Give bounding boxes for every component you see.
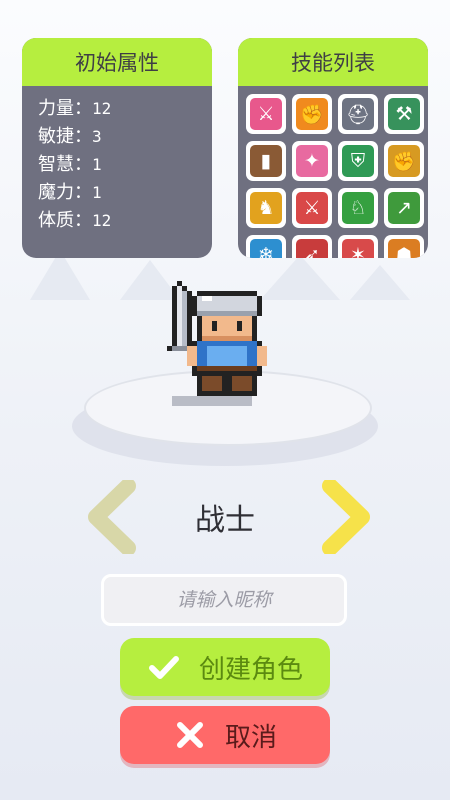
spear-icon: ↗ (388, 192, 420, 224)
stat-row: 体质：12 (38, 207, 212, 235)
stat-value: 1 (92, 183, 102, 202)
stat-label: 智慧： (38, 154, 92, 175)
claw-icon: ✶ (342, 239, 374, 258)
slash-icon: ✦ (296, 145, 328, 177)
create-character-button[interactable]: 创建角色 (120, 638, 330, 696)
skill-slot[interactable]: ♞ (246, 188, 286, 228)
skill-slot[interactable]: ✶ (338, 235, 378, 258)
skill-slot[interactable]: ➶ (292, 235, 332, 258)
stat-value: 12 (92, 211, 112, 230)
stat-value: 12 (92, 99, 112, 118)
stat-row: 力量：12 (38, 95, 212, 123)
nickname-input[interactable] (101, 574, 347, 626)
next-class-arrow-icon[interactable] (316, 480, 376, 554)
stat-value: 3 (92, 127, 102, 146)
strength-icon: ✊ (388, 145, 420, 177)
skill-slot[interactable]: ⚒ (384, 94, 424, 134)
fist-icon: ✊ (296, 98, 328, 130)
knight-icon: ♞ (250, 192, 282, 224)
stat-label: 体质： (38, 210, 92, 231)
skills-panel-title: 技能列表 (238, 38, 428, 86)
cancel-button[interactable]: 取消 (120, 706, 330, 764)
skill-slot[interactable]: ⛑ (338, 94, 378, 134)
cancel-label: 取消 (224, 722, 277, 753)
charge-icon: ♘ (342, 192, 374, 224)
berserker-icon: ☗ (388, 239, 420, 258)
stat-row: 魔力：1 (38, 179, 212, 207)
attributes-panel-title: 初始属性 (22, 38, 212, 86)
skill-grid: ⚔ ✊ ⛑ ⚒ ▮ ✦ ⛨ ✊ ♞ ⚔ ♘ ↗ ❄ ➶ ✶ ☗ (246, 94, 424, 258)
skill-slot[interactable]: ✦ (292, 141, 332, 181)
skill-slot[interactable]: ☗ (384, 235, 424, 258)
blade-icon: ⚔ (296, 192, 328, 224)
stat-label: 敏捷： (38, 126, 92, 147)
shield-icon: ⛨ (342, 145, 374, 177)
boot-icon: ▮ (250, 145, 282, 177)
helmet-icon: ⛑ (342, 98, 374, 130)
skill-slot[interactable]: ▮ (246, 141, 286, 181)
previous-class-arrow-icon[interactable] (82, 480, 142, 554)
skill-slot[interactable]: ♘ (338, 188, 378, 228)
axe-warrior-icon: ⚒ (388, 98, 420, 130)
stat-label: 力量： (38, 98, 92, 119)
skill-slot[interactable]: ⚔ (292, 188, 332, 228)
skill-slot[interactable]: ✊ (384, 141, 424, 181)
skill-slot[interactable]: ❄ (246, 235, 286, 258)
skill-slot[interactable]: ⚔ (246, 94, 286, 134)
frost-icon: ❄ (250, 239, 282, 258)
skill-slot[interactable]: ✊ (292, 94, 332, 134)
class-name: 战士 (195, 503, 255, 538)
stat-label: 魔力： (38, 182, 92, 203)
check-icon (148, 656, 179, 679)
skill-slot[interactable]: ⛨ (338, 141, 378, 181)
skills-panel: 技能列表 ⚔ ✊ ⛑ ⚒ ▮ ✦ ⛨ ✊ ♞ ⚔ ♘ ↗ ❄ ➶ ✶ ☗ (238, 38, 428, 258)
stat-row: 敏捷：3 (38, 123, 212, 151)
warrior-sprite-icon (167, 281, 267, 406)
close-icon (176, 722, 203, 748)
sword-icon: ⚔ (250, 98, 282, 130)
attributes-panel: 初始属性 力量：12 敏捷：3 智慧：1 魔力：1 体质：12 (22, 38, 212, 258)
spear-throw-icon: ➶ (296, 239, 328, 258)
stat-value: 1 (92, 155, 102, 174)
stats-list: 力量：12 敏捷：3 智慧：1 魔力：1 体质：12 (22, 86, 212, 235)
skill-slot[interactable]: ↗ (384, 188, 424, 228)
create-character-label: 创建角色 (198, 654, 303, 685)
stat-row: 智慧：1 (38, 151, 212, 179)
